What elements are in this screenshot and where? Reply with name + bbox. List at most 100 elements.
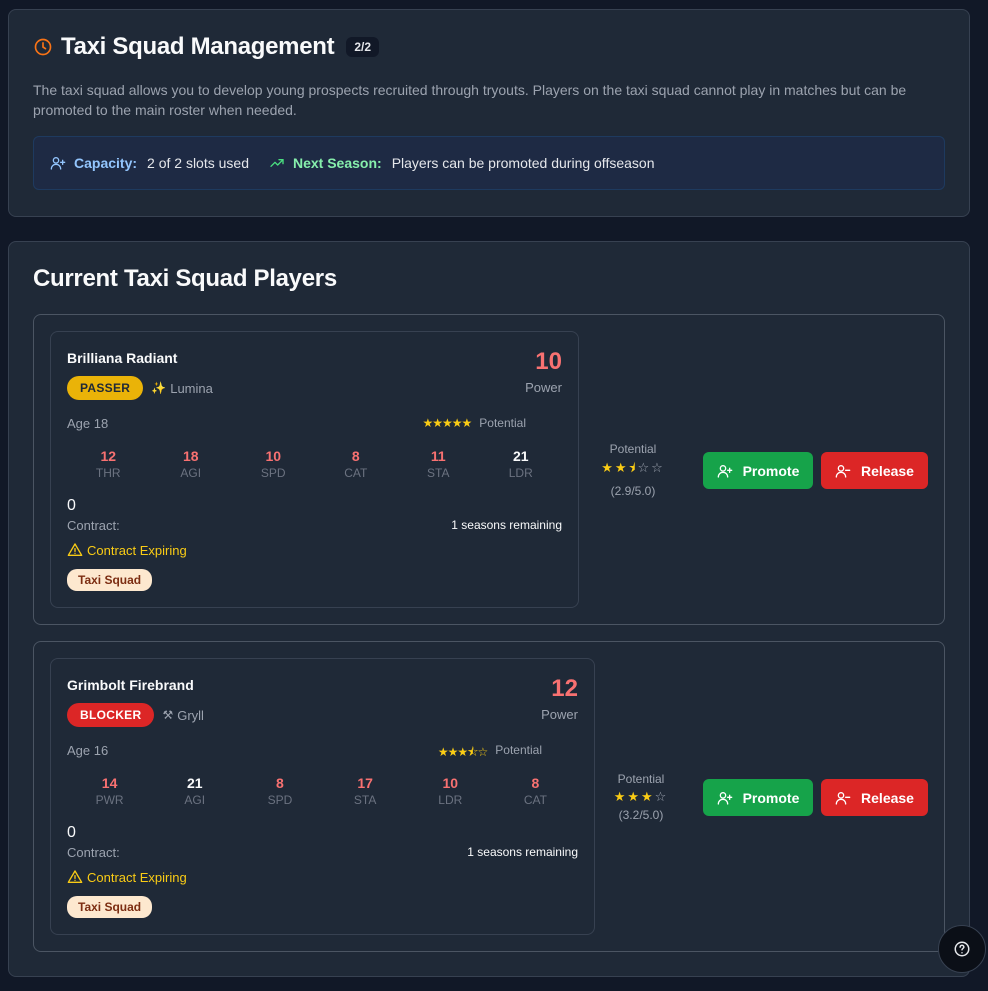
stat-cat: 8 CAT: [493, 775, 578, 807]
potential-column: Potential ★★★☆ (3.2/5.0): [591, 642, 691, 951]
promote-label: Promote: [742, 462, 800, 479]
potential-star-rating: ★★⯨☆☆: [601, 459, 665, 475]
age: Age 18: [67, 416, 109, 431]
stat-value: 14: [101, 775, 118, 791]
stat-thr: 12 THR: [67, 448, 150, 480]
stats-row: 14 PWR 21 AGI 8 SPD 17 STA 10 LDR 8 CAT: [67, 775, 578, 807]
stat-label: LDR: [508, 466, 533, 480]
stat-value: 18: [182, 448, 199, 464]
stat-agi: 18 AGI: [150, 448, 233, 480]
power-label: Power: [541, 707, 578, 722]
stat-agi: 21 AGI: [152, 775, 237, 807]
promote-button[interactable]: Promote: [703, 779, 813, 816]
mini-potential: ★★★⯪☆ Potential: [438, 743, 542, 764]
player-card[interactable]: Brilliana Radiant 10 Power PASSER ✨ Lumi…: [50, 331, 579, 608]
stat-label: SPD: [267, 793, 293, 807]
stat-label: AGI: [184, 793, 206, 807]
sparkles-icon: ✨: [151, 381, 167, 395]
potential-label: Potential: [609, 441, 657, 456]
taxi-squad-badge: Taxi Squad: [67, 569, 153, 591]
user-plus-icon: [50, 157, 66, 170]
players-panel: Current Taxi Squad Players Brilliana Rad…: [8, 241, 970, 977]
stat-label: STA: [427, 466, 450, 480]
player-row: Grimbolt Firebrand 12 Power BLOCKER ⚒ Gr…: [33, 641, 945, 952]
clock-icon: [34, 38, 52, 56]
zero-value: 0: [67, 824, 76, 841]
potential-value: (3.2/5.0): [618, 807, 664, 822]
race-label: Lumina: [170, 380, 213, 396]
stat-sta: 11 STA: [397, 448, 480, 480]
power-value: 12: [551, 675, 578, 702]
player-row: Brilliana Radiant 10 Power PASSER ✨ Lumi…: [33, 314, 945, 625]
stat-label: LDR: [438, 793, 463, 807]
role-row: PASSER ✨ Lumina: [67, 376, 213, 400]
user-plus-icon: [717, 791, 732, 805]
stat-value: 11: [430, 448, 446, 464]
stat-label: PWR: [95, 793, 124, 807]
next-season-label: Next Season:: [292, 155, 382, 171]
capacity-value: 2 of 2 slots used: [147, 155, 249, 171]
mini-star-rating: ★★★★★: [422, 416, 473, 430]
mini-potential-label: Potential: [495, 743, 542, 757]
stat-ldr: 10 LDR: [408, 775, 493, 807]
player-name: Grimbolt Firebrand: [67, 677, 194, 693]
contract-expiring: Contract Expiring: [67, 542, 187, 558]
mini-star-rating: ★★★⯪☆: [437, 745, 488, 759]
description: The taxi squad allows you to develop you…: [33, 82, 907, 118]
potential-column: Potential ★★⯨☆☆ (2.9/5.0): [583, 315, 683, 624]
power-value: 10: [535, 348, 562, 375]
hammer-pick-icon: ⚒: [162, 708, 174, 722]
stat-label: STA: [353, 793, 377, 807]
potential-value: (2.9/5.0): [610, 483, 656, 498]
role-badge: BLOCKER: [67, 703, 155, 727]
stat-value: 10: [265, 448, 282, 464]
contract-expiring: Contract Expiring: [67, 869, 187, 885]
stat-value: 21: [186, 775, 203, 791]
race: ✨ Lumina: [151, 381, 213, 396]
stat-label: THR: [95, 466, 121, 480]
stat-label: SPD: [260, 466, 286, 480]
potential-label: Potential: [617, 771, 665, 786]
taxi-squad-header-panel: Taxi Squad Management 2/2 The taxi squad…: [8, 9, 970, 217]
release-label: Release: [861, 462, 914, 479]
age: Age 16: [67, 743, 109, 758]
stat-label: CAT: [344, 466, 368, 480]
role-row: BLOCKER ⚒ Gryll: [67, 703, 204, 727]
help-circle-icon: [954, 941, 970, 957]
taxi-squad-badge: Taxi Squad: [67, 896, 153, 918]
stat-value: 8: [351, 448, 360, 464]
user-minus-icon: [835, 791, 851, 805]
player-card[interactable]: Grimbolt Firebrand 12 Power BLOCKER ⚒ Gr…: [50, 658, 595, 935]
power-label: Power: [525, 380, 562, 395]
help-button[interactable]: [938, 925, 986, 973]
stat-label: CAT: [523, 793, 547, 807]
stat-label: AGI: [180, 466, 202, 480]
section-title: Current Taxi Squad Players: [33, 265, 337, 292]
promote-label: Promote: [742, 789, 800, 806]
stat-value: 17: [357, 775, 373, 791]
contract-expiring-label: Contract Expiring: [87, 542, 187, 558]
zero-value: 0: [67, 497, 76, 514]
stat-value: 21: [512, 448, 529, 464]
stat-cat: 8 CAT: [315, 448, 398, 480]
stat-value: 12: [100, 448, 117, 464]
potential-star-rating: ★★★☆: [613, 788, 669, 804]
user-plus-icon: [717, 464, 732, 478]
promote-button[interactable]: Promote: [703, 452, 813, 489]
contract-label: Contract:: [67, 518, 120, 533]
stat-value: 10: [442, 775, 459, 791]
race-label: Gryll: [177, 707, 204, 723]
trending-up-icon: [270, 159, 284, 167]
role-badge: PASSER: [67, 376, 144, 400]
stat-ldr: 21 LDR: [480, 448, 563, 480]
stat-spd: 8 SPD: [237, 775, 322, 807]
warning-icon: [67, 543, 83, 556]
page-title: Taxi Squad Management: [61, 33, 335, 60]
release-button[interactable]: Release: [821, 779, 928, 816]
stat-pwr: 14 PWR: [67, 775, 152, 807]
release-button[interactable]: Release: [821, 452, 928, 489]
capacity-label: Capacity:: [74, 155, 138, 171]
info-box: Capacity: 2 of 2 slots used Next Season:…: [33, 136, 945, 190]
seasons-remaining: 1 seasons remaining: [467, 845, 578, 859]
next-season-value: Players can be promoted during offseason: [391, 155, 655, 171]
